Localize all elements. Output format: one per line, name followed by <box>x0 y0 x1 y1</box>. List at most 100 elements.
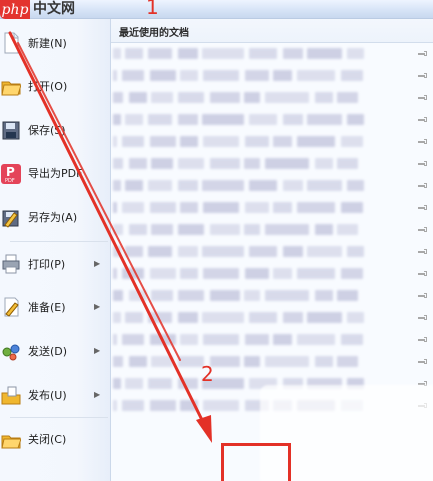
pin-icon[interactable] <box>418 314 428 322</box>
new-menu-label: 新建(N) <box>28 36 67 50</box>
recent-document-row[interactable] <box>111 66 433 88</box>
recent-documents-header: 最近使用的文档 <box>111 19 433 43</box>
recent-document-row[interactable] <box>111 154 433 176</box>
recent-document-row[interactable] <box>111 110 433 132</box>
redacted-document-name <box>210 92 240 103</box>
redacted-document-name <box>151 92 173 103</box>
pin-icon[interactable] <box>418 336 428 344</box>
redacted-document-name <box>341 136 363 147</box>
send-menu-item[interactable]: 发送(D) ▶ <box>0 330 110 371</box>
recent-document-row[interactable] <box>111 308 433 330</box>
recent-document-row[interactable] <box>111 132 433 154</box>
redacted-document-name <box>307 312 342 323</box>
redacted-document-name <box>249 48 277 59</box>
redacted-document-name <box>347 180 364 191</box>
pin-icon[interactable] <box>418 160 428 168</box>
highlight-box <box>221 443 291 481</box>
recent-document-row[interactable] <box>111 330 433 352</box>
prepare-menu-item[interactable]: 准备(E) ▶ <box>0 286 110 327</box>
save-as-menu-item[interactable]: 另存为(A) <box>0 196 110 237</box>
redacted-document-name <box>297 202 335 213</box>
redacted-document-name <box>273 202 292 213</box>
redacted-document-name <box>178 92 204 103</box>
redacted-document-name <box>203 400 239 411</box>
publish-menu-item[interactable]: 发布(U) ▶ <box>0 374 110 415</box>
export-pdf-menu-item[interactable]: P PDF 导出为PDF <box>0 152 110 193</box>
redacted-document-name <box>283 246 303 257</box>
pin-icon[interactable] <box>418 116 428 124</box>
redacted-document-name <box>113 180 121 191</box>
send-menu-label: 发送(D) <box>28 344 68 358</box>
redacted-document-name <box>297 268 335 279</box>
redacted-document-name <box>150 334 176 345</box>
redacted-document-name <box>273 334 292 345</box>
recent-document-row[interactable] <box>111 88 433 110</box>
redacted-document-name <box>273 268 292 279</box>
redacted-document-name <box>129 290 147 301</box>
open-folder-icon <box>1 81 21 95</box>
recent-document-row[interactable] <box>111 242 433 264</box>
redacted-document-name <box>307 246 342 257</box>
redacted-document-name <box>113 48 121 59</box>
print-menu-item[interactable]: 打印(P) ▶ <box>0 243 110 284</box>
redacted-document-name <box>245 334 269 345</box>
redacted-document-name <box>273 70 292 81</box>
redacted-document-name <box>178 180 198 191</box>
redacted-document-name <box>341 334 363 345</box>
annotation-number-2: 2 <box>201 362 214 386</box>
recent-document-row[interactable] <box>111 176 433 198</box>
pin-icon[interactable] <box>418 226 428 234</box>
close-folder-icon <box>1 435 21 448</box>
redacted-document-name <box>125 312 143 323</box>
redacted-document-name <box>273 136 292 147</box>
close-menu-label: 关闭(C) <box>28 432 67 446</box>
redacted-document-name <box>148 48 172 59</box>
redacted-document-name <box>151 290 173 301</box>
redacted-document-name <box>307 48 342 59</box>
recent-document-row[interactable] <box>111 286 433 308</box>
recent-document-row[interactable] <box>111 220 433 242</box>
recent-document-row[interactable] <box>111 198 433 220</box>
svg-text:PDF: PDF <box>5 178 15 184</box>
redacted-document-name <box>283 312 303 323</box>
redacted-document-name <box>113 92 123 103</box>
pin-icon[interactable] <box>418 50 428 58</box>
redacted-document-name <box>125 48 143 59</box>
redacted-document-name <box>113 158 123 169</box>
pin-icon[interactable] <box>418 292 428 300</box>
redacted-document-name <box>315 224 333 235</box>
prepare-menu-label: 准备(E) <box>28 300 66 314</box>
pin-icon[interactable] <box>418 270 428 278</box>
redacted-document-name <box>203 268 239 279</box>
open-menu-item[interactable]: 打开(O) <box>0 65 110 106</box>
redacted-document-name <box>244 224 260 235</box>
pin-icon[interactable] <box>418 72 428 80</box>
redacted-document-name <box>178 224 204 235</box>
redacted-document-name <box>202 180 244 191</box>
redacted-document-name <box>203 70 239 81</box>
recent-document-row[interactable] <box>111 44 433 66</box>
close-menu-item[interactable]: 关闭(C) <box>0 418 110 459</box>
recent-document-row[interactable] <box>111 352 433 374</box>
pin-icon[interactable] <box>418 248 428 256</box>
redacted-document-name <box>210 290 240 301</box>
redacted-document-name <box>178 158 204 169</box>
redacted-document-name <box>129 356 147 367</box>
title-bar: php 中文网 <box>0 0 433 19</box>
pin-icon[interactable] <box>418 204 428 212</box>
redacted-document-name <box>307 180 342 191</box>
pin-icon[interactable] <box>418 358 428 366</box>
recent-document-row[interactable] <box>111 264 433 286</box>
pin-icon[interactable] <box>418 138 428 146</box>
redacted-document-name <box>347 114 364 125</box>
print-submenu-arrow-icon: ▶ <box>94 259 101 268</box>
redacted-document-name <box>341 268 363 279</box>
redacted-document-name <box>150 202 176 213</box>
new-menu-item[interactable]: 新建(N) <box>0 22 110 63</box>
publish-icon <box>1 386 21 404</box>
pin-icon[interactable] <box>418 94 428 102</box>
redacted-document-name <box>245 202 269 213</box>
redacted-document-name <box>249 246 277 257</box>
save-menu-item[interactable]: 保存(S) <box>0 109 110 150</box>
pin-icon[interactable] <box>418 182 428 190</box>
